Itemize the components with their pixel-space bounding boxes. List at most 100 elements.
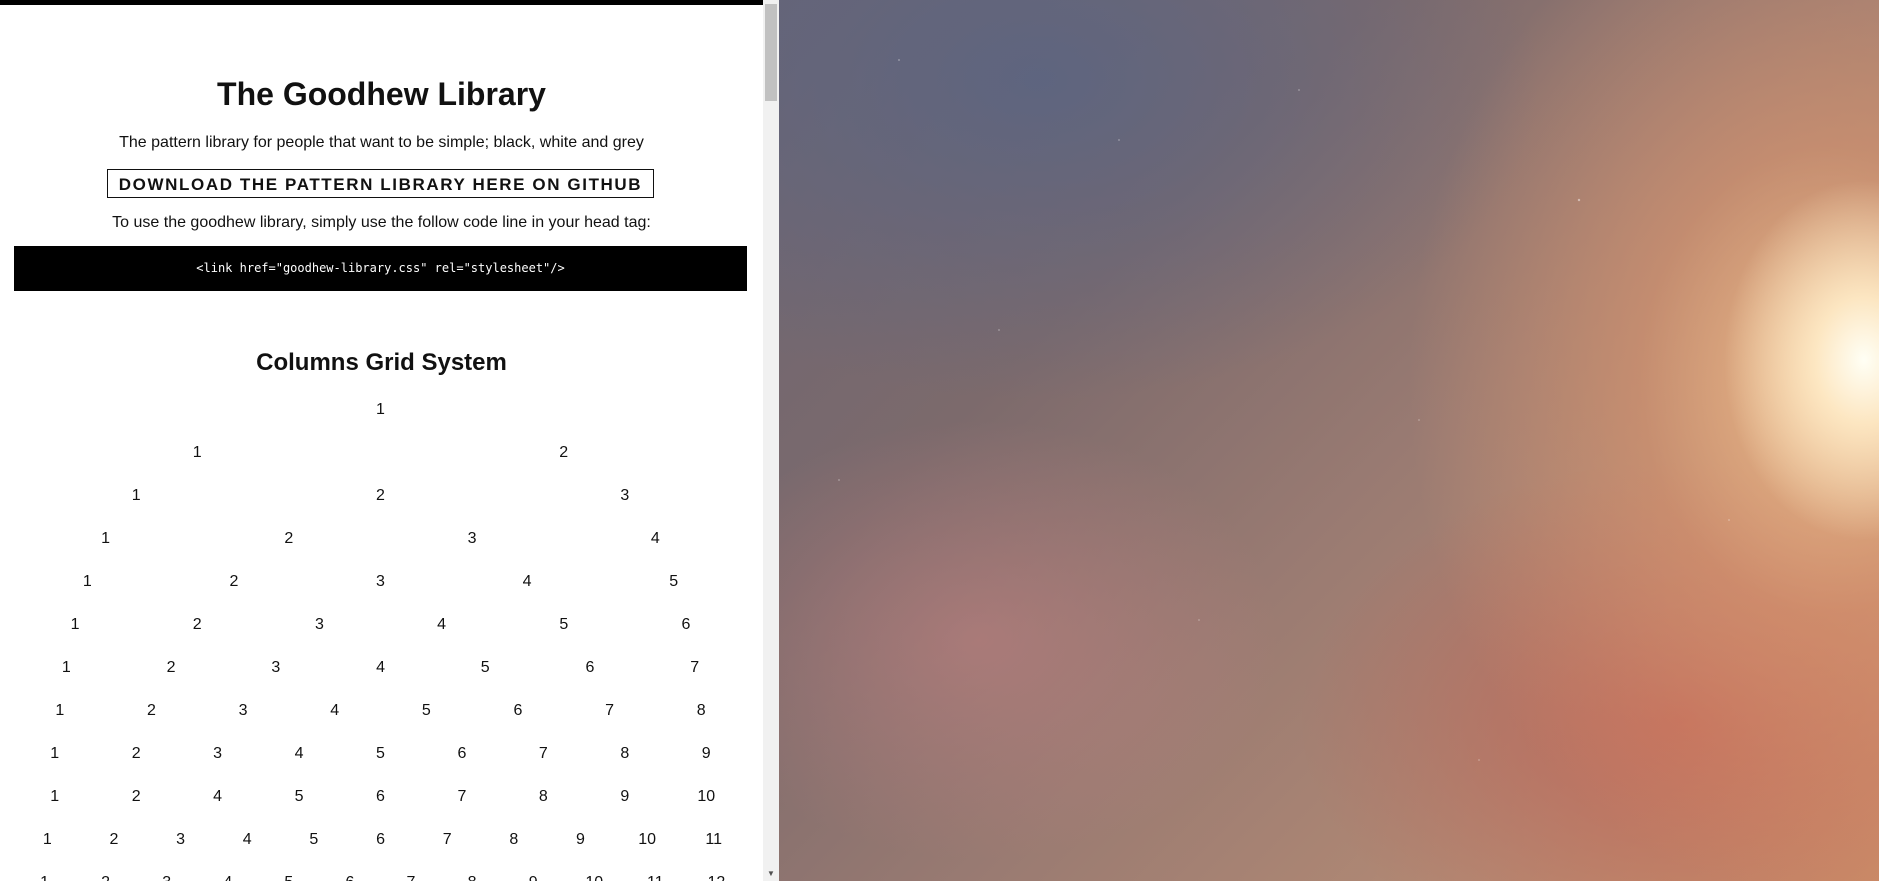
grid-cell: 5 (294, 788, 304, 805)
grid-cell: 4 (294, 745, 304, 762)
vertical-scrollbar[interactable]: ▼ (763, 0, 779, 881)
grid-cell: 7 (457, 788, 467, 805)
grid-row: 12 (14, 443, 747, 463)
grid-cell: 2 (146, 702, 156, 719)
grid-cell: 12 (686, 873, 747, 881)
grid-cell: 4 (242, 831, 252, 848)
grid-cell: 7 (380, 873, 441, 881)
grid-cell: 3 (620, 487, 630, 504)
grid-cell: 8 (509, 831, 519, 848)
grid-cell: 2 (131, 788, 141, 805)
grid-cell: 7 (605, 702, 615, 719)
grid-cell: 2 (376, 487, 385, 504)
grid-cell: 8 (442, 873, 503, 881)
grid-row: 1 2 4 5 6 7 8 9 10 (14, 787, 747, 807)
grid-cell: 4 (376, 659, 385, 676)
top-border-bar (0, 0, 763, 5)
grid-cell: 1 (14, 873, 75, 881)
grid-cell: 6 (585, 659, 595, 676)
grid-row: 1 2 3 4 5 (14, 572, 747, 592)
grid-row: 1 2 3 4 5 6 7 (14, 658, 747, 678)
grid-cell: 8 (620, 745, 630, 762)
star-field (779, 0, 1879, 881)
grid-cell: 1 (50, 745, 60, 762)
grid-cell: 3 (213, 745, 223, 762)
grid-cell: 10 (638, 831, 656, 848)
grid-cell: 1 (376, 401, 385, 418)
grid-cell: 4 (650, 530, 660, 547)
grid-cell: 6 (457, 745, 467, 762)
grid-row: 1 2 3 4 5 6 (14, 615, 747, 635)
grid-cell: 1 (131, 487, 141, 504)
grid-cell: 1 (55, 702, 65, 719)
grid-cell: 9 (575, 831, 585, 848)
grid-row: 1 2 3 4 (14, 529, 747, 549)
grid-cell: 1 (192, 444, 202, 461)
grid-cell: 4 (197, 873, 258, 881)
grid-cell: 9 (503, 873, 564, 881)
grid-cell: 8 (696, 702, 706, 719)
grid-cell: 3 (271, 659, 281, 676)
grid-cell: 7 (690, 659, 700, 676)
grid-cell: 11 (705, 831, 723, 848)
grid-cell: 1 (82, 573, 92, 590)
grid-cell: 7 (538, 745, 548, 762)
grid-cell: 2 (229, 573, 239, 590)
usage-instructions: To use the goodhew library, simply use t… (112, 214, 651, 231)
scrollbar-thumb[interactable] (765, 4, 777, 101)
grid-cell: 6 (376, 788, 385, 805)
grid-cell: 10 (564, 873, 625, 881)
grid-cell: 6 (681, 616, 691, 633)
grid-cell: 7 (442, 831, 452, 848)
grid-cell: 11 (625, 873, 686, 881)
grid-cell: 9 (701, 745, 711, 762)
grid-row: 1 2 3 4 5 6 7 8 9 (14, 744, 747, 764)
grid-cell: 8 (538, 788, 548, 805)
scroll-down-arrow-icon[interactable]: ▼ (763, 867, 779, 881)
download-github-button[interactable]: DOWNLOAD THE PATTERN LIBRARY HERE ON GIT… (107, 169, 654, 198)
grid-cell: 5 (309, 831, 319, 848)
grid-cell: 3 (238, 702, 248, 719)
page-title: The Goodhew Library (217, 76, 546, 112)
grid-cell: 3 (467, 530, 477, 547)
grid-cell: 3 (314, 616, 324, 633)
grid-cell: 2 (559, 444, 569, 461)
grid-section-title: Columns Grid System (256, 349, 507, 376)
galaxy-background-image (779, 0, 1879, 881)
grid-cell: 5 (376, 745, 385, 762)
code-snippet: <link href="goodhew-library.css" rel="st… (14, 246, 747, 291)
grid-row: 1 (14, 400, 747, 420)
page-subtitle: The pattern library for people that want… (119, 134, 644, 151)
library-page: The Goodhew Library The pattern library … (0, 0, 763, 881)
grid-cell: 2 (192, 616, 202, 633)
grid-cell: 2 (166, 659, 176, 676)
grid-row: 1 2 3 4 5 6 7 8 9 10 11 (14, 830, 747, 850)
grid-cell: 2 (131, 745, 141, 762)
grid-cell: 2 (284, 530, 294, 547)
grid-row: 1 2 3 4 5 6 7 8 (14, 701, 747, 721)
grid-cell: 5 (258, 873, 319, 881)
grid-cell: 1 (42, 831, 52, 848)
grid-row: 1 2 3 (14, 486, 747, 506)
grid-cell: 5 (559, 616, 569, 633)
grid-cell: 5 (421, 702, 431, 719)
grid-cell: 5 (480, 659, 490, 676)
grid-cell: 4 (522, 573, 532, 590)
grid-cell: 6 (376, 831, 385, 848)
grid-cell: 9 (620, 788, 630, 805)
grid-cell: 1 (50, 788, 60, 805)
grid-cell: 3 (176, 831, 186, 848)
grid-cell: 5 (669, 573, 679, 590)
grid-cell: 6 (513, 702, 523, 719)
grid-cell: 3 (136, 873, 197, 881)
grid-cell: 3 (376, 573, 385, 590)
grid-row: 123456789101112 (14, 873, 747, 881)
grid-cell: 2 (75, 873, 136, 881)
grid-cell: 1 (101, 530, 111, 547)
grid-cell: 4 (330, 702, 340, 719)
grid-cell: 4 (437, 616, 447, 633)
grid-cell: 10 (697, 788, 716, 805)
grid-cell: 2 (109, 831, 119, 848)
grid-cell: 6 (319, 873, 380, 881)
grid-cell: 1 (70, 616, 80, 633)
